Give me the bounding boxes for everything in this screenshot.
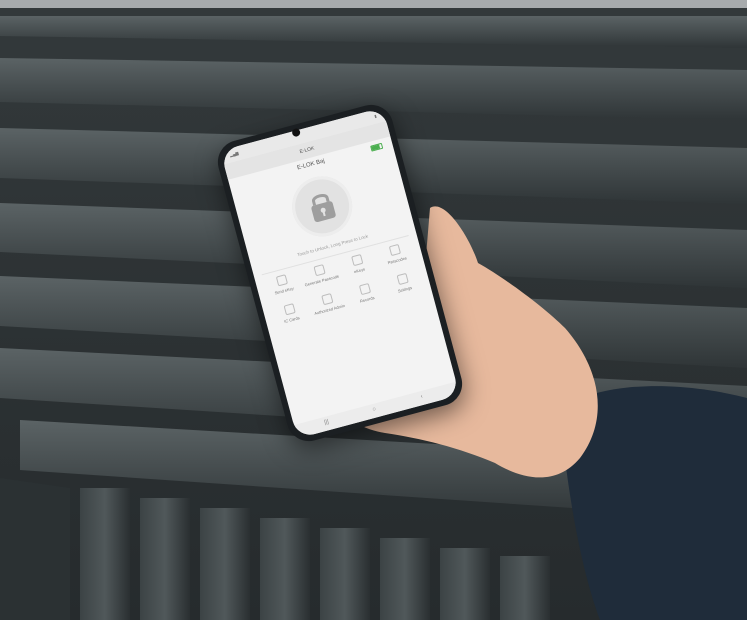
menu-ekeys[interactable]: eKeys xyxy=(337,250,379,277)
menu-label: Send eKey xyxy=(274,285,295,296)
menu-label: Generate Passcode xyxy=(304,273,340,288)
key-icon xyxy=(275,274,288,287)
menu-authorized-admin[interactable]: Authorized Admin xyxy=(307,289,349,316)
recent-apps-icon[interactable]: ||| xyxy=(324,419,330,426)
menu-ic-cards[interactable]: IC Cards xyxy=(269,300,311,327)
menu-label: Passcodes xyxy=(387,255,408,266)
battery-status-icon: ▮ xyxy=(373,113,378,119)
menu-passcodes[interactable]: Passcodes xyxy=(374,240,416,267)
photo-scene: ▂▄▆ ▮ E-LOK E-LOK Baj Touch to Unlock, L… xyxy=(0,8,747,620)
list-icon xyxy=(388,244,401,257)
menu-label: Authorized Admin xyxy=(313,302,346,316)
card-icon xyxy=(283,303,296,316)
home-icon[interactable]: ○ xyxy=(372,406,377,413)
admin-icon xyxy=(320,293,333,306)
menu-generate-passcode[interactable]: Generate Passcode xyxy=(299,260,341,287)
padlock-icon xyxy=(311,194,336,223)
ekeys-icon xyxy=(350,254,363,267)
menu-label: IC Cards xyxy=(283,315,301,324)
back-icon[interactable]: ‹ xyxy=(420,394,423,400)
menu-label: eKeys xyxy=(353,266,366,275)
menu-label: Records xyxy=(359,295,376,304)
passcode-icon xyxy=(312,264,326,277)
menu-settings[interactable]: Settings xyxy=(382,269,424,296)
gear-icon xyxy=(396,272,409,286)
menu-label: Settings xyxy=(397,284,413,294)
top-strip xyxy=(0,0,747,8)
menu-send-ekey[interactable]: Send eKey xyxy=(261,271,303,298)
unlock-button[interactable] xyxy=(285,169,359,244)
menu-records[interactable]: Records xyxy=(344,279,386,306)
battery-icon xyxy=(370,142,384,152)
signal-icon: ▂▄▆ xyxy=(229,150,240,158)
records-icon xyxy=(358,283,371,296)
